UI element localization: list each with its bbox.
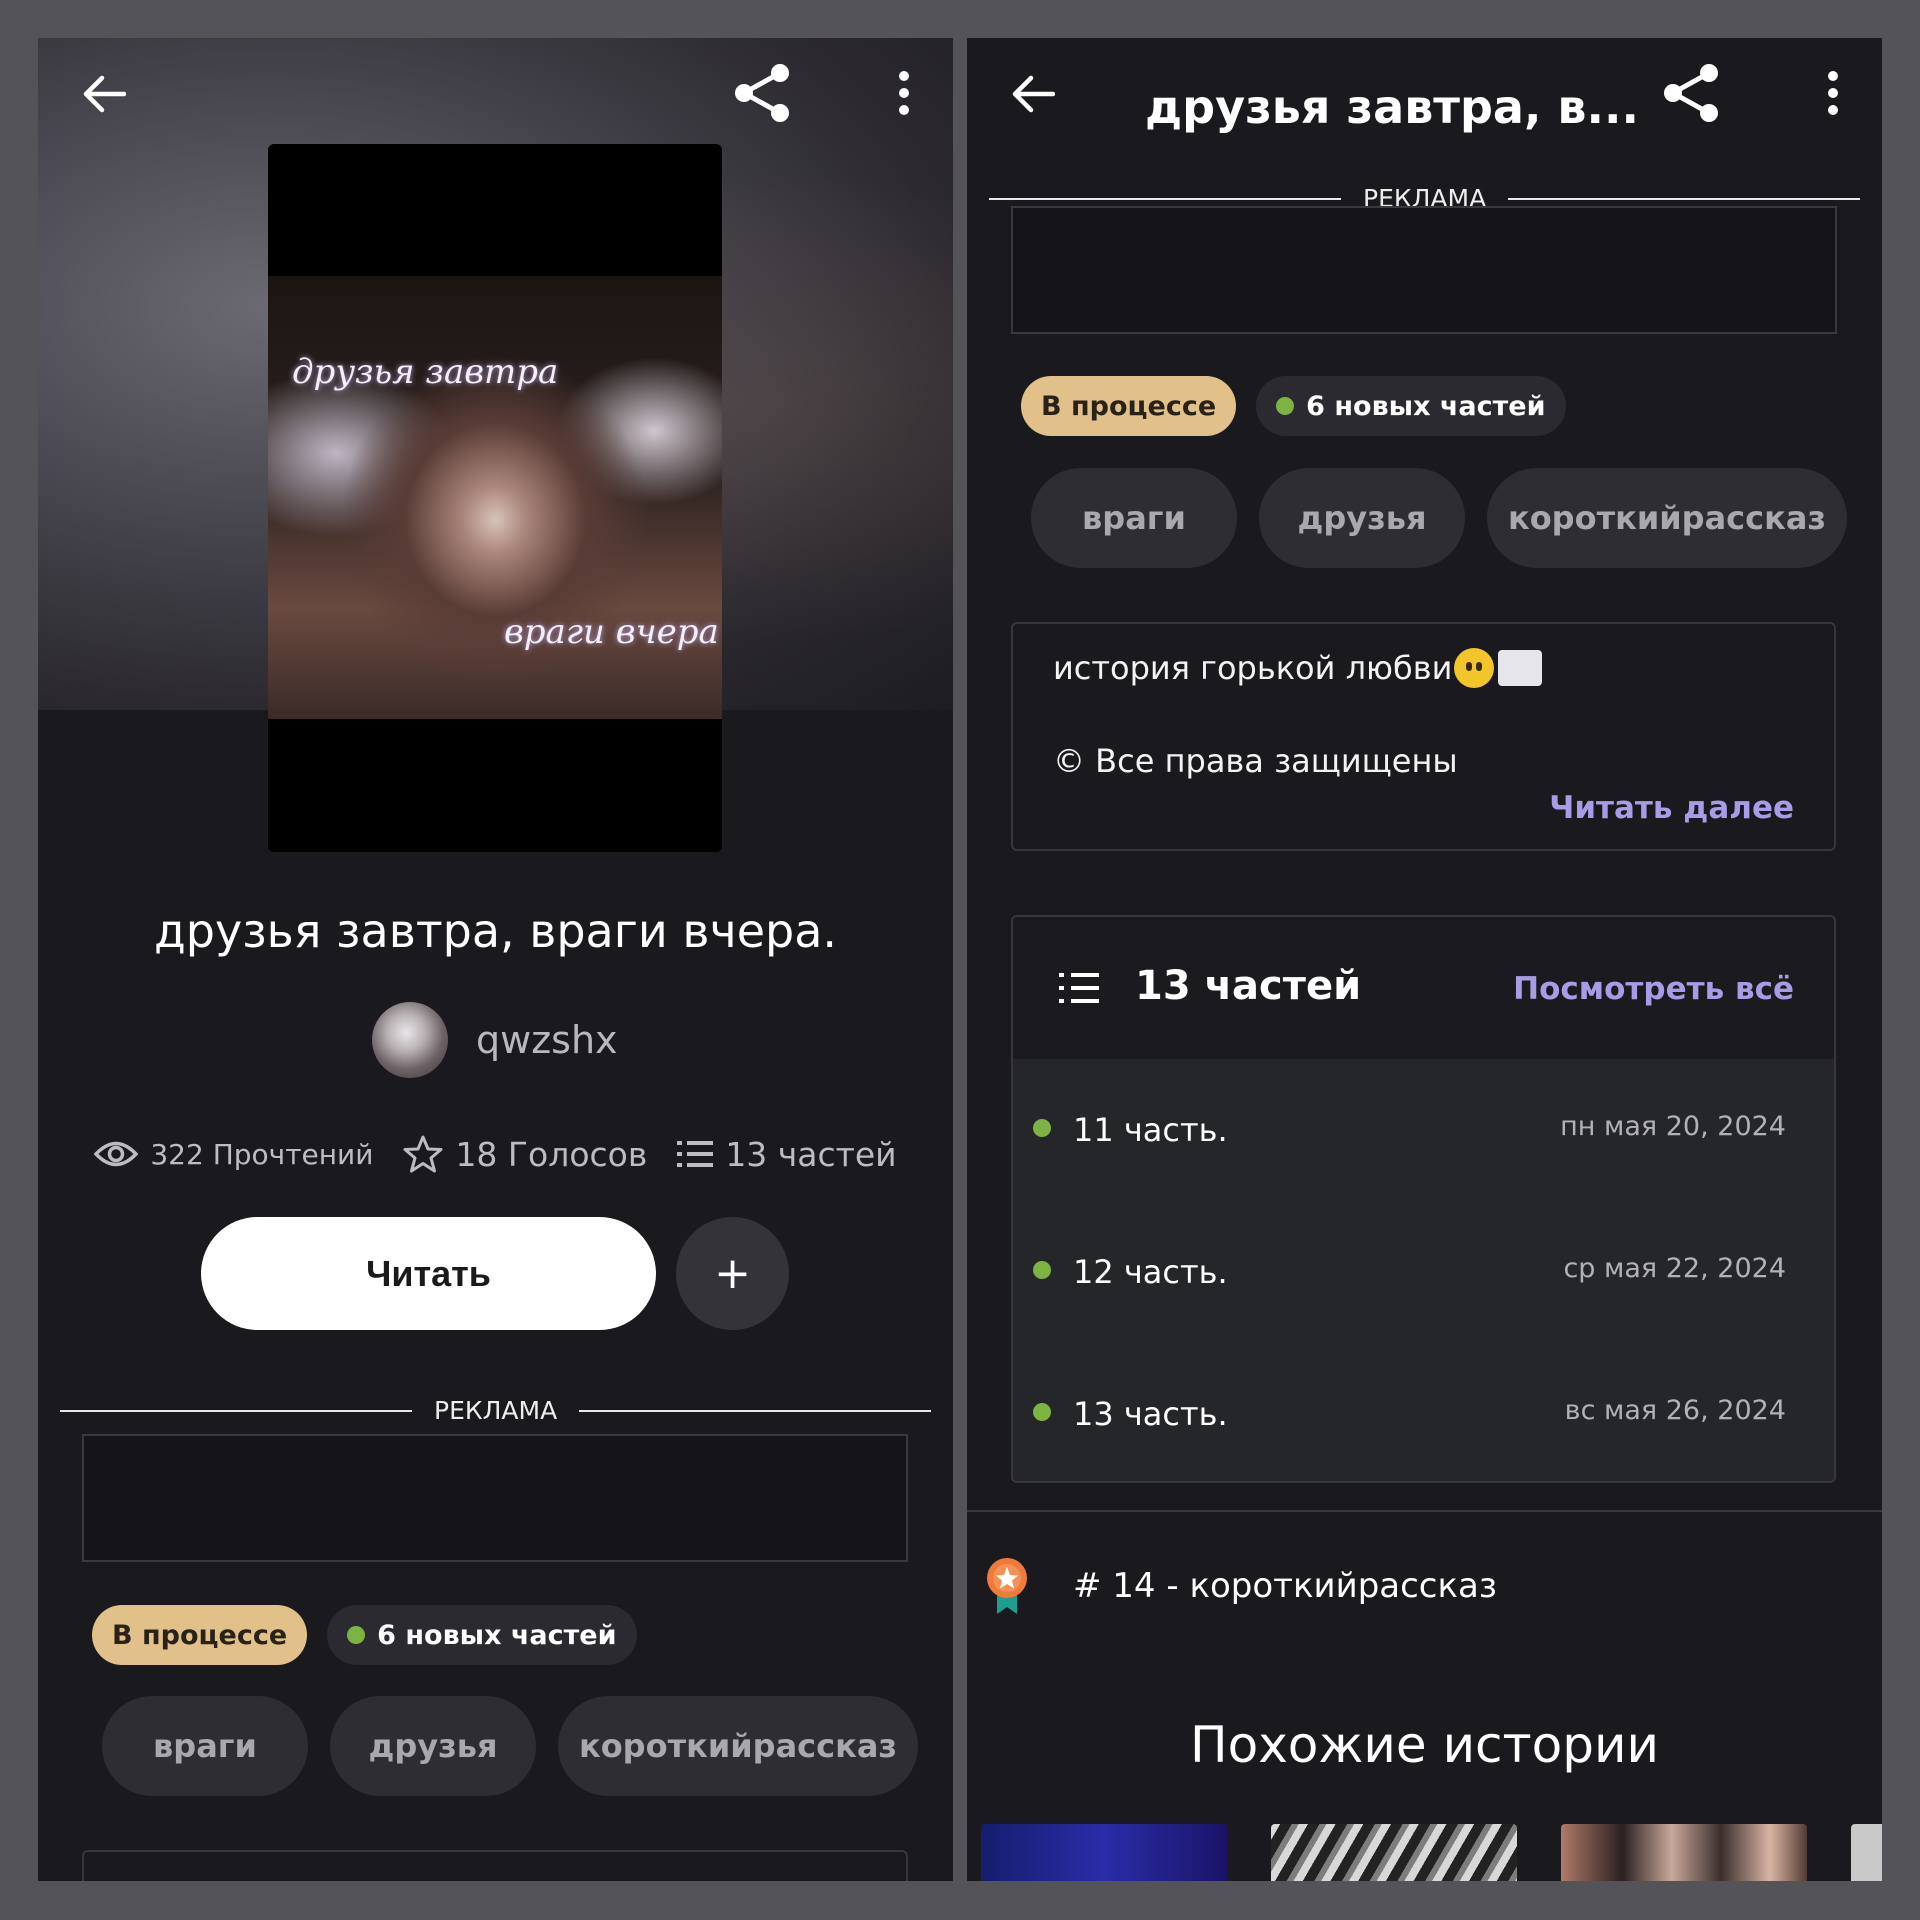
tag-chip[interactable]: друзья bbox=[330, 1696, 536, 1796]
story-detail-screen-left: друзья завтра враги вчера друзья завтра,… bbox=[38, 38, 953, 1881]
new-parts-badge: 6 новых частей bbox=[327, 1605, 637, 1665]
neutral-face-emoji-icon bbox=[1454, 648, 1495, 688]
votes-count: 18 Голосов bbox=[455, 1134, 648, 1174]
similar-stories-carousel bbox=[981, 1824, 1882, 1881]
tags-row: враги друзья короткийрассказ bbox=[102, 1696, 918, 1796]
read-button[interactable]: Читать bbox=[201, 1217, 656, 1330]
cover-title-bottom: враги вчера bbox=[504, 612, 719, 652]
tag-chip[interactable]: враги bbox=[102, 1696, 308, 1796]
cover-title-top: друзья завтра bbox=[292, 352, 559, 392]
reads-count: 322 Прочтений bbox=[150, 1137, 374, 1171]
ad-label-row: РЕКЛАМА bbox=[60, 1396, 932, 1425]
list-item[interactable]: 12 часть. ср мая 22, 2024 bbox=[1013, 1201, 1834, 1343]
author-name[interactable]: qwzshx bbox=[476, 1018, 618, 1062]
section-divider bbox=[967, 1510, 1882, 1512]
cover-photo: друзья завтра враги вчера bbox=[268, 276, 722, 719]
parts-stat: 13 частей bbox=[677, 1134, 897, 1174]
status-chips: В процессе 6 новых частей bbox=[92, 1605, 637, 1665]
new-parts-label: 6 новых частей bbox=[1306, 390, 1546, 422]
more-vertical-icon[interactable] bbox=[884, 58, 924, 128]
rank-medal-icon bbox=[987, 1558, 1027, 1614]
new-indicator-dot bbox=[1033, 1261, 1051, 1279]
new-indicator-dot bbox=[1276, 397, 1295, 415]
story-thumbnail[interactable] bbox=[1851, 1824, 1882, 1881]
part-date: вс мая 26, 2024 bbox=[1564, 1395, 1786, 1426]
share-icon[interactable] bbox=[728, 58, 798, 128]
author-row[interactable]: qwzshx bbox=[372, 1002, 618, 1078]
new-indicator-dot bbox=[1033, 1403, 1051, 1421]
ad-label: РЕКЛАМА bbox=[434, 1396, 558, 1425]
divider bbox=[989, 197, 1341, 200]
tag-chip[interactable]: друзья bbox=[1259, 468, 1465, 568]
read-more-link[interactable]: Читать далее bbox=[1549, 790, 1794, 826]
add-to-library-button[interactable]: + bbox=[676, 1217, 789, 1330]
story-thumbnail[interactable] bbox=[981, 1824, 1227, 1881]
tags-row: враги друзья короткийрассказ bbox=[1031, 468, 1847, 568]
ranking-row[interactable]: # 14 - короткийрассказ bbox=[983, 1556, 1497, 1616]
similar-stories-heading: Похожие истории bbox=[1190, 1716, 1659, 1774]
part-date: пн мая 20, 2024 bbox=[1560, 1111, 1786, 1142]
tag-chip[interactable]: враги bbox=[1031, 468, 1237, 568]
back-arrow-icon[interactable] bbox=[72, 62, 136, 126]
story-cover-image: друзья завтра враги вчера bbox=[268, 144, 722, 852]
votes-stat: 18 Голосов bbox=[403, 1134, 647, 1174]
status-badge: В процессе bbox=[1021, 376, 1237, 436]
part-title: 13 часть. bbox=[1073, 1395, 1228, 1433]
description-box: история горькой любви © Все права защище… bbox=[1011, 622, 1836, 851]
story-thumbnail[interactable] bbox=[1561, 1824, 1807, 1881]
list-icon bbox=[677, 1141, 714, 1167]
toc-title: 13 частей bbox=[1135, 963, 1362, 1009]
parts-list: 11 часть. пн мая 20, 2024 12 часть. ср м… bbox=[1013, 1059, 1834, 1481]
tag-chip[interactable]: короткийрассказ bbox=[1487, 468, 1847, 568]
more-vertical-icon[interactable] bbox=[1813, 58, 1853, 128]
table-of-contents: 13 частей Посмотреть всё 11 часть. пн ма… bbox=[1011, 915, 1836, 1483]
divider bbox=[579, 1409, 932, 1412]
part-title: 12 часть. bbox=[1073, 1253, 1228, 1291]
divider bbox=[1508, 197, 1861, 200]
story-stats: 322 Прочтений 18 Голосов 13 частей bbox=[38, 1134, 953, 1174]
list-item[interactable]: 11 часть. пн мая 20, 2024 bbox=[1013, 1059, 1834, 1201]
story-title: друзья завтра, враги вчера. bbox=[153, 904, 838, 958]
parts-count: 13 частей bbox=[725, 1134, 897, 1174]
new-parts-label: 6 новых частей bbox=[377, 1619, 617, 1651]
part-date: ср мая 22, 2024 bbox=[1563, 1253, 1786, 1284]
toc-header: 13 частей Посмотреть всё bbox=[1013, 917, 1834, 1059]
cloud-emoji-icon bbox=[1498, 650, 1543, 686]
story-detail-screen-right: друзья завтра, в... РЕКЛАМА В процессе 6… bbox=[967, 38, 1882, 1881]
story-thumbnail[interactable] bbox=[1271, 1824, 1517, 1881]
status-badge: В процессе bbox=[92, 1605, 308, 1665]
eye-icon bbox=[94, 1141, 139, 1167]
ranking-text: # 14 - короткийрассказ bbox=[1073, 1566, 1497, 1606]
back-arrow-icon[interactable] bbox=[1001, 62, 1065, 126]
author-avatar[interactable] bbox=[372, 1002, 448, 1078]
new-parts-badge: 6 новых частей bbox=[1256, 376, 1566, 436]
part-title: 11 часть. bbox=[1073, 1111, 1228, 1149]
list-icon bbox=[1059, 973, 1099, 1003]
description-text: история горькой любви bbox=[1053, 648, 1543, 688]
copyright-text: © Все права защищены bbox=[1053, 742, 1458, 780]
ad-placeholder[interactable] bbox=[82, 1434, 908, 1562]
share-icon[interactable] bbox=[1657, 58, 1727, 128]
star-icon bbox=[403, 1135, 443, 1173]
reads-stat: 322 Прочтений bbox=[94, 1138, 373, 1171]
see-all-link[interactable]: Посмотреть всё bbox=[1513, 971, 1794, 1007]
tag-chip[interactable]: короткийрассказ bbox=[558, 1696, 918, 1796]
list-item[interactable]: 13 часть. вс мая 26, 2024 bbox=[1013, 1343, 1834, 1481]
status-chips: В процессе 6 новых частей bbox=[1021, 376, 1566, 436]
ad-placeholder[interactable] bbox=[1011, 206, 1837, 334]
new-indicator-dot bbox=[1033, 1119, 1051, 1137]
divider bbox=[60, 1409, 412, 1412]
new-indicator-dot bbox=[347, 1626, 366, 1644]
description-line-1: история горькой любви bbox=[1053, 649, 1453, 687]
header-title: друзья завтра, в... bbox=[1145, 80, 1639, 134]
description-box-partial bbox=[82, 1850, 908, 1881]
